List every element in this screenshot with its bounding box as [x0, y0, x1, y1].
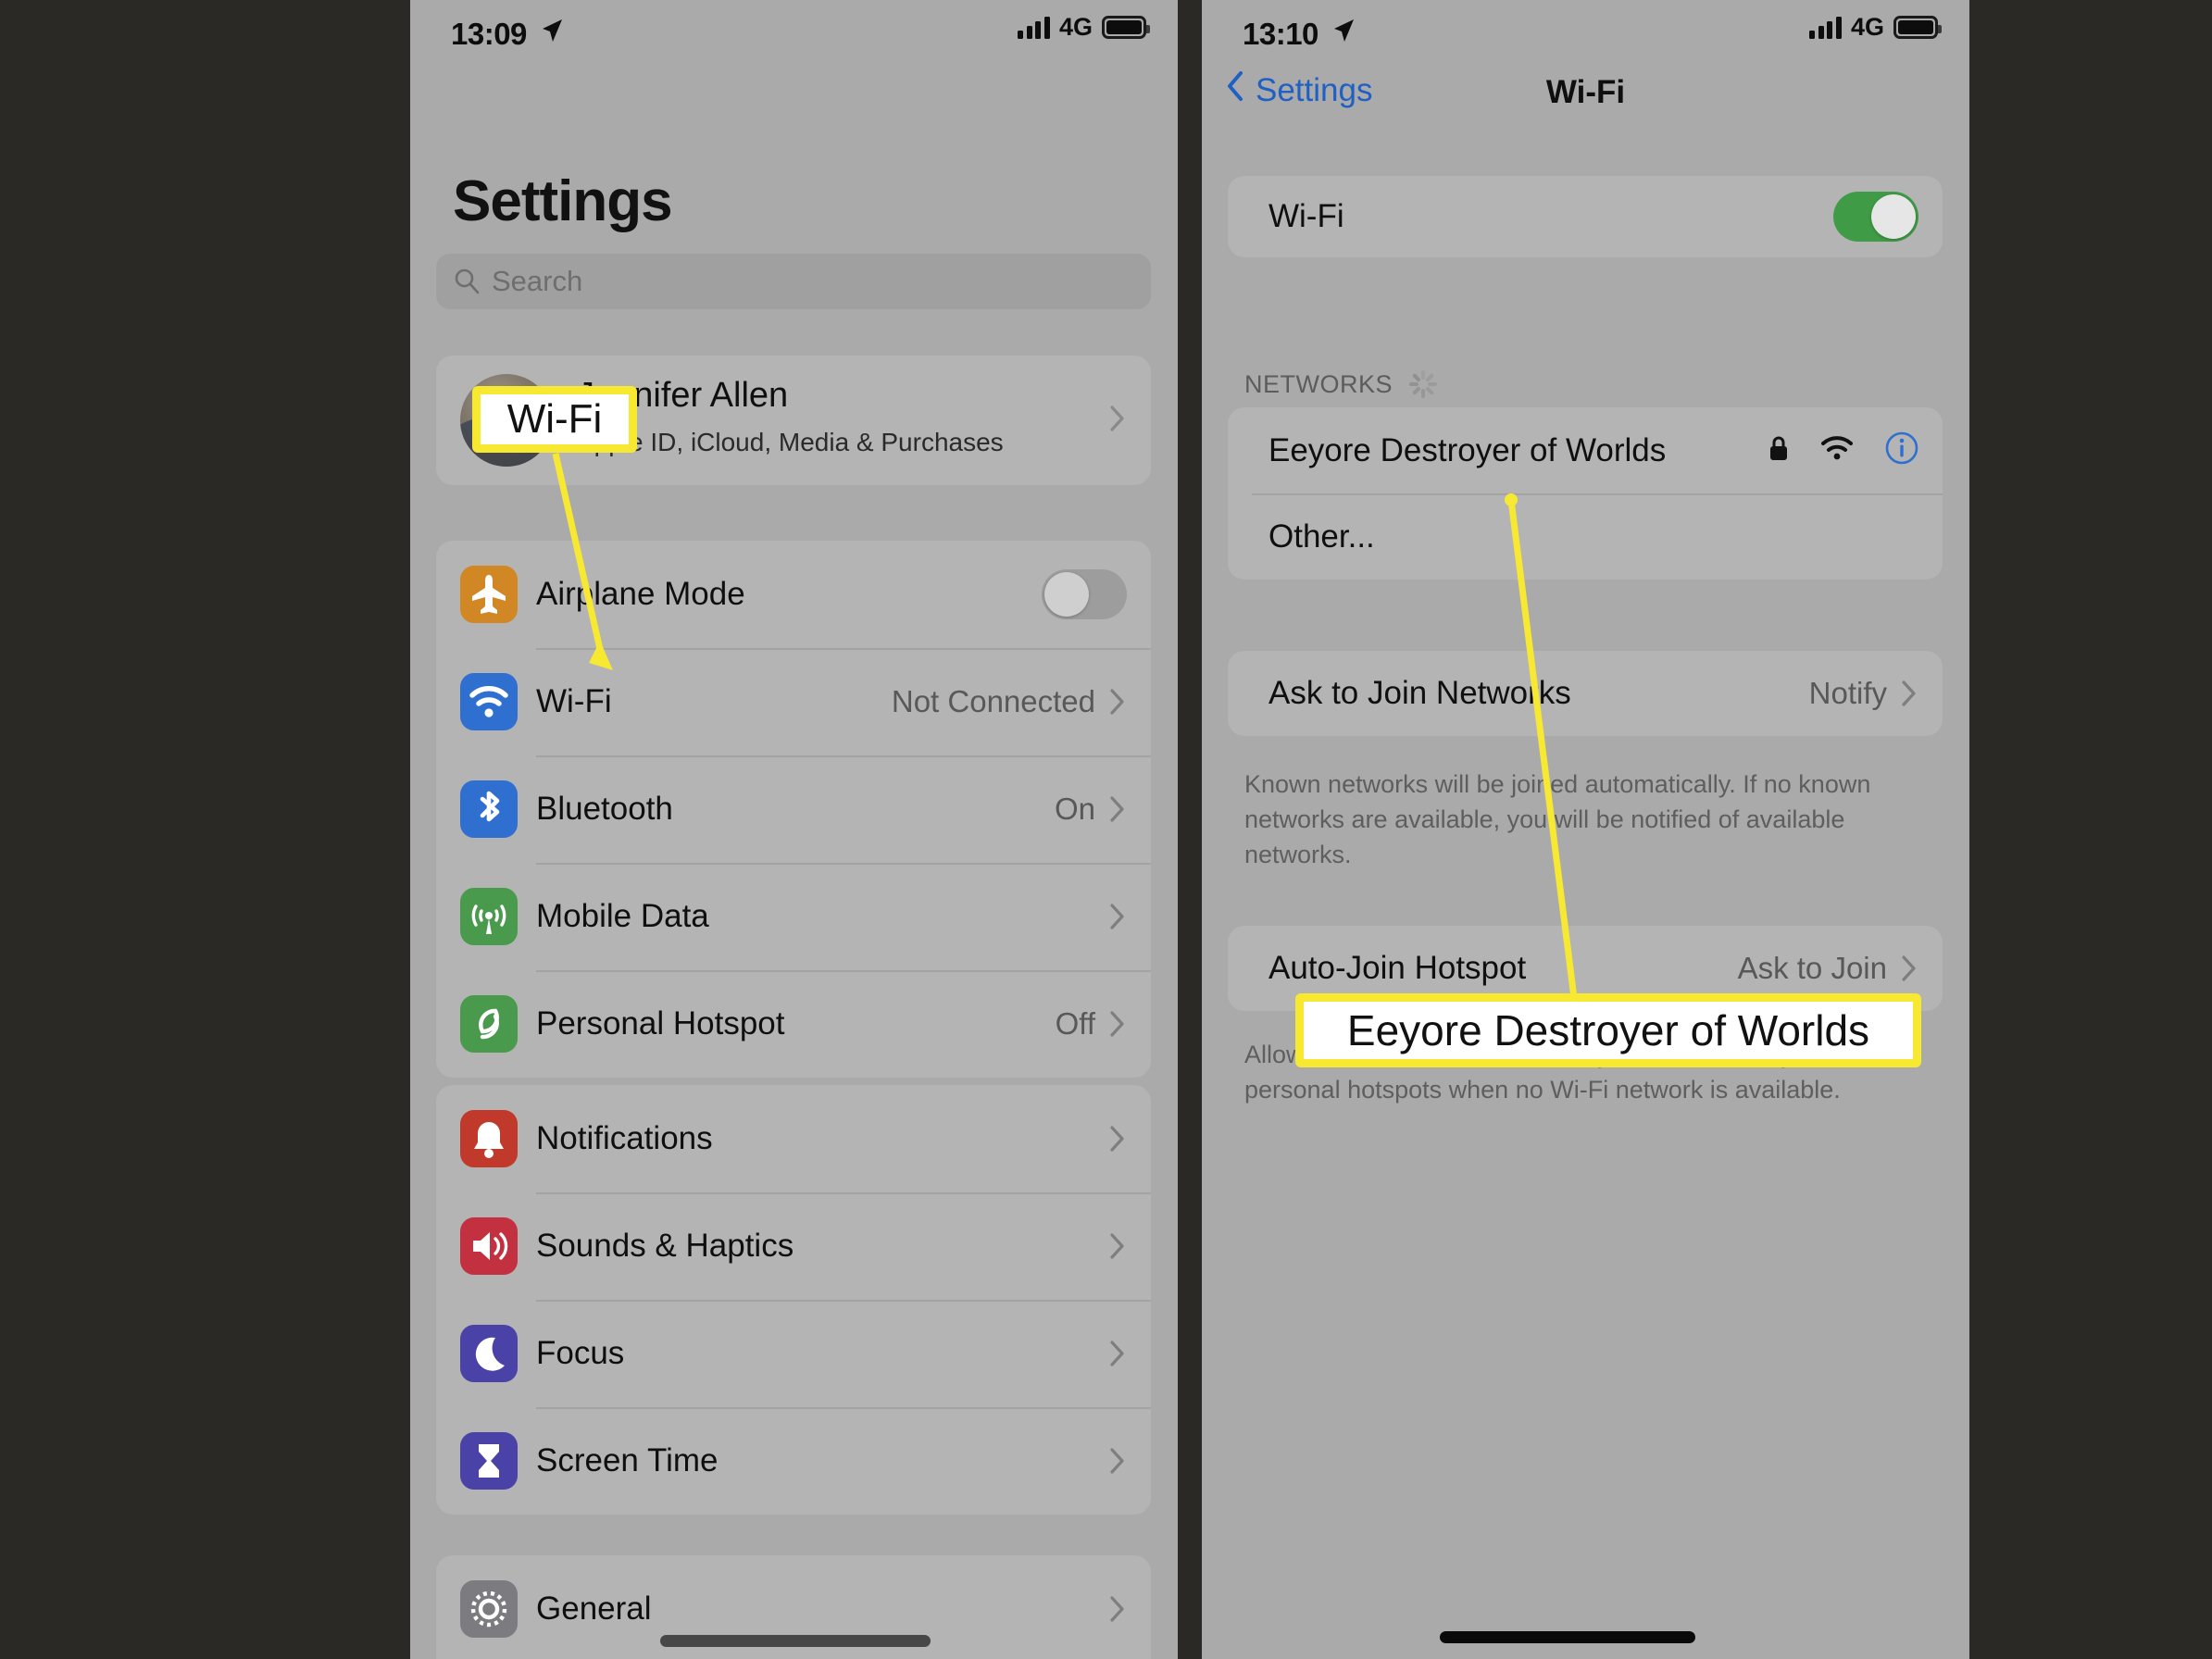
networks-section-header: NETWORKS	[1244, 368, 1439, 400]
status-indicators: 4G	[1809, 13, 1942, 41]
chevron-right-icon	[1110, 689, 1125, 715]
info-icon[interactable]	[1885, 431, 1918, 469]
location-arrow-icon	[540, 17, 564, 44]
settings-row-screen-time[interactable]: Screen Time	[436, 1407, 1151, 1515]
chevron-right-icon	[1110, 1233, 1125, 1259]
page-title: Settings	[453, 169, 673, 233]
signal-bars-icon	[1018, 16, 1050, 39]
settings-row-value: On	[1054, 792, 1095, 826]
speaker-icon	[460, 1217, 518, 1275]
chevron-right-icon	[1110, 1341, 1125, 1366]
chevron-right-icon	[1110, 1448, 1125, 1474]
callout-wifi-label: Wi-Fi	[472, 386, 637, 453]
network-row-icons	[1768, 431, 1918, 469]
cellular-icon	[460, 888, 518, 945]
settings-row-notifications[interactable]: Notifications	[436, 1085, 1151, 1192]
settings-row-label: Notifications	[536, 1120, 713, 1156]
chevron-right-icon	[1902, 680, 1917, 706]
settings-row-label: General	[536, 1590, 652, 1627]
wifi-icon	[460, 673, 518, 730]
chevron-right-icon	[1110, 904, 1125, 929]
network-row-eeyore[interactable]: Eeyore Destroyer of Worlds	[1228, 407, 1943, 493]
airplane-icon	[460, 566, 518, 623]
home-indicator-right	[1440, 1631, 1695, 1643]
network-name: Eeyore Destroyer of Worlds	[1268, 431, 1667, 468]
hourglass-icon	[460, 1432, 518, 1490]
settings-row-value: Off	[1055, 1006, 1095, 1041]
network-type: 4G	[1850, 13, 1884, 41]
settings-row-label: Focus	[536, 1335, 625, 1371]
ask-to-join-label: Ask to Join Networks	[1268, 675, 1571, 711]
ask-to-join-value: Notify	[1808, 676, 1887, 710]
settings-row-label: Mobile Data	[536, 898, 709, 934]
settings-row-personal-hotspot[interactable]: Personal Hotspot Off	[436, 970, 1151, 1078]
callout-network-label: Eeyore Destroyer of Worlds	[1295, 993, 1921, 1067]
settings-group-connectivity: Airplane Mode Wi-Fi Not Connected Bluetooth…	[436, 541, 1151, 1078]
apple-id-subtitle: Apple ID, iCloud, Media & Purchases	[577, 428, 1004, 456]
search-placeholder: Search	[492, 265, 583, 297]
status-time: 13:09	[451, 17, 527, 51]
wifi-toggle-card: Wi-Fi	[1228, 176, 1943, 257]
settings-row-sounds-haptics[interactable]: Sounds & Haptics	[436, 1192, 1151, 1300]
battery-icon	[1893, 16, 1942, 39]
home-indicator-left	[660, 1635, 931, 1647]
network-row-other[interactable]: Other...	[1228, 493, 1943, 580]
wifi-toggle-label: Wi-Fi	[1268, 198, 1344, 234]
settings-row-mobile-data[interactable]: Mobile Data	[436, 863, 1151, 970]
search-input[interactable]: Search	[436, 254, 1151, 309]
ask-to-join-footnote: Known networks will be joined automatica…	[1244, 770, 1871, 868]
iphone-wifi-screen: 13:10 4G Settings Wi-Fi Wi-Fi NETWORKS E…	[1202, 0, 1969, 1659]
settings-row-label: Screen Time	[536, 1442, 719, 1478]
network-type: 4G	[1058, 13, 1093, 41]
settings-row-toggle[interactable]	[1042, 569, 1127, 619]
bluetooth-icon	[460, 780, 518, 838]
ask-to-join-row[interactable]: Ask to Join Networks Notify	[1228, 651, 1943, 736]
signal-bars-icon	[1809, 16, 1842, 39]
iphone-settings-screen: 13:09 4G Settings Search Jennifer Allen …	[410, 0, 1178, 1659]
moon-icon	[460, 1325, 518, 1382]
settings-row-focus[interactable]: Focus	[436, 1300, 1151, 1407]
auto-join-hotspot-label: Auto-Join Hotspot	[1268, 950, 1527, 986]
search-icon	[453, 267, 481, 294]
settings-row-label: Bluetooth	[536, 791, 673, 827]
gear-icon	[460, 1580, 518, 1638]
wifi-signal-icon	[1820, 435, 1854, 466]
settings-row-label: Wi-Fi	[536, 683, 612, 719]
status-indicators: 4G	[1018, 13, 1150, 41]
battery-icon	[1102, 16, 1150, 39]
chevron-right-icon	[1902, 955, 1917, 981]
chevron-right-icon	[1110, 405, 1125, 436]
status-time: 13:10	[1243, 17, 1318, 51]
auto-join-hotspot-value: Ask to Join	[1737, 951, 1887, 985]
settings-row-bluetooth[interactable]: Bluetooth On	[436, 755, 1151, 863]
ask-to-join-card: Ask to Join Networks Notify	[1228, 651, 1943, 736]
chevron-right-icon	[1110, 1011, 1125, 1037]
screenshot-root: 13:09 4G Settings Search Jennifer Allen …	[0, 0, 2212, 1659]
chevron-right-icon	[1110, 796, 1125, 822]
chevron-right-icon	[1110, 1596, 1125, 1622]
settings-row-label: Sounds & Haptics	[536, 1228, 794, 1264]
settings-row-airplane-mode[interactable]: Airplane Mode	[436, 541, 1151, 648]
wifi-toggle-row[interactable]: Wi-Fi	[1228, 176, 1943, 257]
navigation-bar: Settings Wi-Fi	[1202, 65, 1969, 135]
settings-group-notifications: Notifications Sounds & Haptics Focus Screen…	[436, 1085, 1151, 1515]
wifi-toggle-switch[interactable]	[1833, 192, 1918, 242]
networks-card: Eeyore Destroyer of Worlds Other...	[1228, 407, 1943, 580]
settings-row-label: Airplane Mode	[536, 576, 745, 612]
location-arrow-icon	[1331, 17, 1356, 44]
lock-icon	[1768, 434, 1789, 467]
status-bar-right: 13:10 4G	[1202, 0, 1969, 65]
chevron-right-icon	[1110, 1126, 1125, 1152]
bell-icon	[460, 1110, 518, 1167]
nav-title: Wi-Fi	[1545, 74, 1626, 110]
network-name: Other...	[1268, 518, 1375, 555]
activity-spinner-icon	[1407, 368, 1439, 400]
settings-row-label: Personal Hotspot	[536, 1005, 785, 1042]
networks-label: NETWORKS	[1244, 369, 1393, 398]
settings-row-value: Not Connected	[891, 684, 1095, 718]
settings-row-wi-fi[interactable]: Wi-Fi Not Connected	[436, 648, 1151, 755]
hotspot-icon	[460, 995, 518, 1053]
status-bar-left: 13:09 4G	[410, 0, 1178, 65]
